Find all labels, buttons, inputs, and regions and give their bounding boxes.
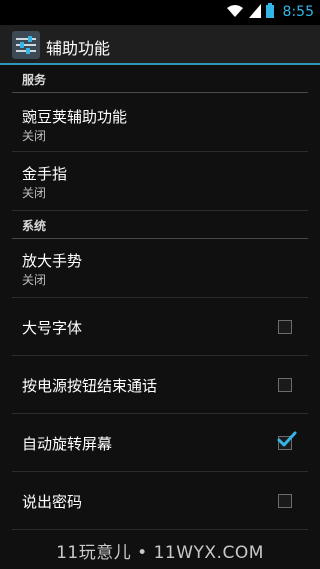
signal-icon (248, 3, 261, 22)
auto-rotate-checkbox[interactable] (277, 431, 297, 450)
status-bar: 8:55 (0, 0, 320, 25)
section-header-system: 系统 (12, 211, 308, 239)
large-text-checkbox[interactable] (278, 320, 292, 334)
list-item-title: 金手指 (22, 165, 68, 183)
settings-list: 服务 豌豆荚辅助功能 关闭 金手指 关闭 系统 放大手势 关闭 大号字体 按电源… (0, 65, 320, 569)
list-item-magnification-gestures[interactable]: 放大手势 关闭 (12, 240, 308, 298)
battery-icon (265, 2, 274, 22)
section-header-services: 服务 (12, 65, 308, 93)
list-item-title: 放大手势 (22, 252, 83, 270)
status-time: 8:55 (282, 4, 314, 20)
section-header-label: 服务 (22, 73, 47, 87)
list-item-golden-finger[interactable]: 金手指 关闭 (12, 153, 308, 211)
action-bar: 辅助功能 (0, 25, 320, 65)
checkmark-icon (277, 431, 297, 447)
list-item-speak-passwords[interactable]: 说出密码 (12, 472, 308, 530)
page-title: 辅助功能 (46, 39, 111, 58)
power-button-ends-call-checkbox[interactable] (278, 378, 292, 392)
list-item-auto-rotate-screen[interactable]: 自动旋转屏幕 (12, 414, 308, 472)
section-header-label: 系统 (22, 219, 47, 233)
list-item-power-button-ends-call[interactable]: 按电源按钮结束通话 (12, 356, 308, 414)
list-item-title: 按电源按钮结束通话 (22, 377, 158, 395)
wifi-icon (226, 3, 244, 22)
list-item-title: 自动旋转屏幕 (22, 435, 113, 453)
list-item-subtitle: 关闭 (22, 186, 47, 200)
watermark: 11玩意儿 • 11WYX.COM (56, 543, 264, 563)
list-item-title: 豌豆荚辅助功能 (22, 108, 128, 126)
list-item-large-text[interactable]: 大号字体 (12, 298, 308, 356)
list-item-subtitle: 关闭 (22, 273, 47, 287)
settings-sliders-icon[interactable] (12, 31, 40, 59)
speak-passwords-checkbox[interactable] (278, 494, 292, 508)
list-item-subtitle: 关闭 (22, 129, 47, 143)
list-item-wandoujia-accessibility[interactable]: 豌豆荚辅助功能 关闭 (12, 94, 308, 152)
list-item-title: 说出密码 (22, 493, 83, 511)
list-item-title: 大号字体 (22, 319, 83, 337)
